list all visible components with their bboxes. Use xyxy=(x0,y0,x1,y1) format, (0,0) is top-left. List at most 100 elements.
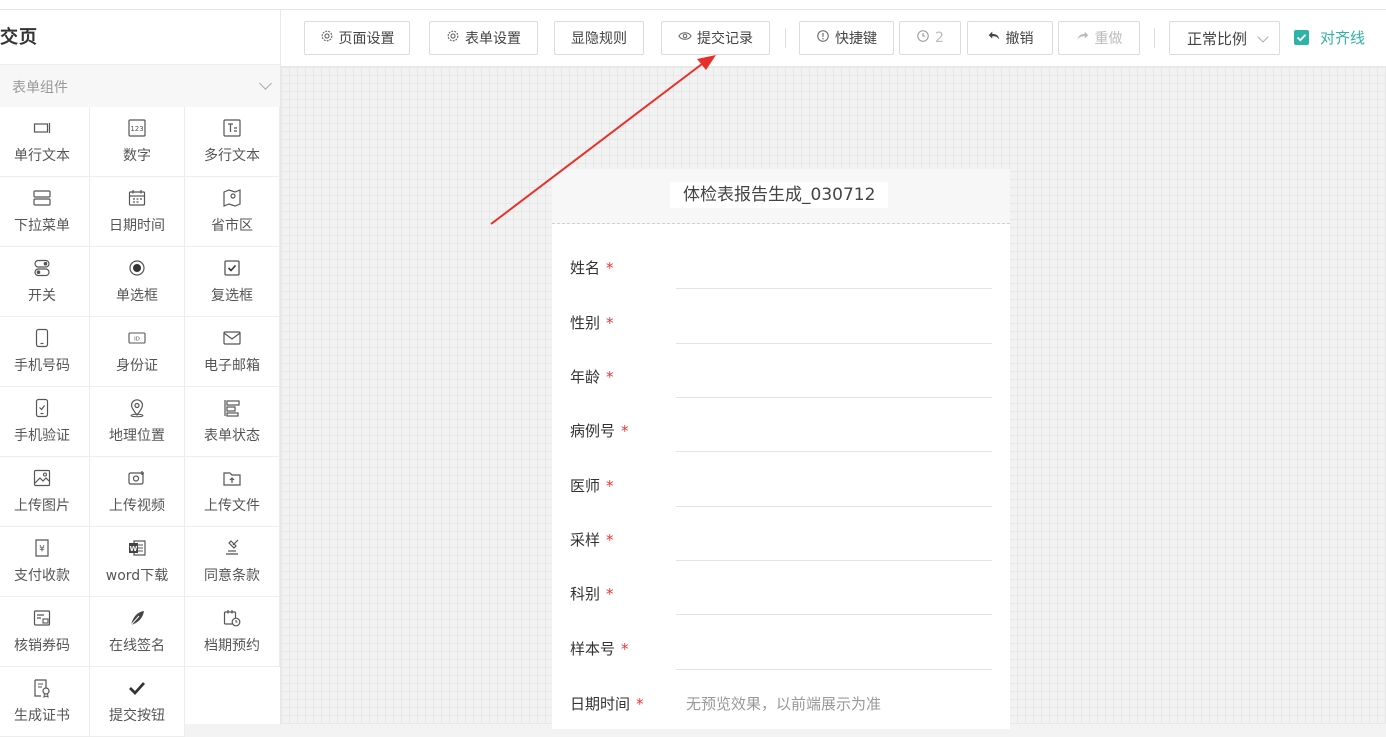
field-label: 日期时间 * xyxy=(570,693,644,714)
component-item[interactable]: 在线签名 xyxy=(90,597,185,667)
component-item[interactable]: 手机号码 xyxy=(0,317,90,387)
divider xyxy=(785,28,786,48)
multi-line-text-icon xyxy=(222,118,242,138)
visibility-rules-label: 显隐规则 xyxy=(571,31,627,47)
component-item[interactable]: 同意条款 xyxy=(185,527,280,597)
field-input[interactable] xyxy=(676,406,992,452)
radio-icon xyxy=(127,258,147,278)
mobile-verify-icon xyxy=(32,398,52,418)
check-icon xyxy=(127,678,147,698)
field-input[interactable] xyxy=(676,352,992,398)
field-label-text: 样本号 xyxy=(570,640,616,658)
form-title[interactable]: 体检表报告生成_030712 xyxy=(670,182,889,208)
component-item[interactable]: 单选框 xyxy=(90,247,185,317)
chevron-down-icon xyxy=(259,77,272,90)
form-field-row[interactable]: 医师 * xyxy=(552,459,1010,513)
field-label: 年龄 * xyxy=(570,366,614,387)
field-label: 医师 * xyxy=(570,475,614,496)
shortcuts-button[interactable]: 快捷键 xyxy=(799,21,894,55)
redo-button[interactable]: 重做 xyxy=(1058,21,1140,55)
gear-icon xyxy=(446,29,460,47)
component-item[interactable]: 手机验证 xyxy=(0,387,90,457)
page-settings-button[interactable]: 页面设置 xyxy=(304,21,410,55)
field-label-text: 采样 xyxy=(570,531,601,549)
field-input[interactable] xyxy=(676,243,992,289)
component-item[interactable]: 电子邮箱 xyxy=(185,317,280,387)
component-item[interactable]: 下拉菜单 xyxy=(0,177,90,247)
component-item[interactable]: 提交按钮 xyxy=(90,667,185,737)
component-item[interactable]: 生成证书 xyxy=(0,667,90,737)
form-settings-label: 表单设置 xyxy=(465,31,521,47)
checkbox-icon xyxy=(222,258,242,278)
field-label: 采样 * xyxy=(570,529,614,550)
form-field-row[interactable]: 姓名 * xyxy=(552,241,1010,295)
field-placeholder: 无预览效果，以前端展示为准 xyxy=(686,695,882,713)
mobile-icon xyxy=(32,328,52,348)
form-field-row[interactable]: 性别 * xyxy=(552,296,1010,350)
field-label-text: 病例号 xyxy=(570,422,616,440)
history-button[interactable]: 2 xyxy=(899,21,961,55)
component-label: 生成证书 xyxy=(14,708,70,724)
component-item[interactable]: 省市区 xyxy=(185,177,280,247)
upload-video-icon xyxy=(127,468,147,488)
toolbar: 页面设置 表单设置 显隐规则 提交记录 快捷键 2 撤销 重做 正常比例 对齐线 xyxy=(281,10,1386,67)
field-input[interactable] xyxy=(676,461,992,507)
component-item[interactable]: Wword下载 xyxy=(90,527,185,597)
form-field-row[interactable]: 年龄 * xyxy=(552,350,1010,404)
component-item[interactable]: 多行文本 xyxy=(185,107,280,177)
form-field-row[interactable]: 病例号 * xyxy=(552,404,1010,458)
undo-button[interactable]: 撤销 xyxy=(967,21,1053,55)
component-item[interactable]: 123 数字 xyxy=(90,107,185,177)
component-label: 数字 xyxy=(123,148,151,164)
field-input[interactable] xyxy=(676,515,992,561)
form-field-row[interactable]: 日期时间 * 无预览效果，以前端展示为准 xyxy=(552,677,1010,731)
component-item[interactable]: 表单状态 xyxy=(185,387,280,457)
component-item[interactable]: 单行文本 xyxy=(0,107,90,177)
component-item[interactable]: 日期时间 xyxy=(90,177,185,247)
field-label-text: 性别 xyxy=(570,314,601,332)
shortcuts-label: 快捷键 xyxy=(835,31,877,47)
align-lines-label[interactable]: 对齐线 xyxy=(1320,27,1365,48)
component-item[interactable]: ¥ 支付收款 xyxy=(0,527,90,597)
component-item[interactable]: 上传图片 xyxy=(0,457,90,527)
field-input[interactable] xyxy=(676,569,992,615)
component-label: 多行文本 xyxy=(204,148,260,164)
component-item[interactable]: 上传视频 xyxy=(90,457,185,527)
component-item[interactable]: 复选框 xyxy=(185,247,280,317)
component-label: 开关 xyxy=(28,288,56,304)
form-field-row[interactable]: 采样 * xyxy=(552,513,1010,567)
component-item[interactable]: 地理位置 xyxy=(90,387,185,457)
field-input[interactable] xyxy=(676,624,992,670)
zoom-select[interactable]: 正常比例 xyxy=(1169,21,1280,55)
visibility-rules-button[interactable]: 显隐规则 xyxy=(554,21,644,55)
sidebar-title: 交页 xyxy=(0,27,38,48)
component-item[interactable]: 档期预约 xyxy=(185,597,280,667)
section-header-form-components[interactable]: 表单组件 xyxy=(0,64,280,108)
field-label-text: 日期时间 xyxy=(570,695,631,713)
required-mark: * xyxy=(606,368,614,386)
submit-records-button[interactable]: 提交记录 xyxy=(661,21,770,55)
field-label-text: 科别 xyxy=(570,585,601,603)
number-icon: 123 xyxy=(127,118,147,138)
upload-file-icon xyxy=(222,468,242,488)
field-label: 样本号 * xyxy=(570,638,629,659)
align-lines-checkbox[interactable] xyxy=(1294,30,1309,45)
component-item[interactable]: 上传文件 xyxy=(185,457,280,527)
component-label: 手机号码 xyxy=(14,358,70,374)
component-item[interactable]: ID 身份证 xyxy=(90,317,185,387)
component-item[interactable]: 核销券码 xyxy=(0,597,90,667)
required-mark: * xyxy=(606,259,614,277)
agree-terms-icon xyxy=(222,538,242,558)
field-input[interactable] xyxy=(676,298,992,344)
form-field-row[interactable]: 科别 * xyxy=(552,567,1010,621)
form-settings-button[interactable]: 表单设置 xyxy=(429,21,538,55)
chevron-down-icon xyxy=(1257,31,1269,43)
component-label: 单选框 xyxy=(116,288,158,304)
form-preview-card: 体检表报告生成_030712 姓名 * 性别 * 年龄 * 病例号 * 医师 * 采样 * 科别 * 样本号… xyxy=(552,169,1010,729)
form-header: 体检表报告生成_030712 xyxy=(552,169,1010,224)
field-label-text: 年龄 xyxy=(570,368,601,386)
component-item[interactable]: 开关 xyxy=(0,247,90,317)
redo-label: 重做 xyxy=(1094,31,1123,47)
field-label: 病例号 * xyxy=(570,420,629,441)
form-field-row[interactable]: 样本号 * xyxy=(552,622,1010,676)
